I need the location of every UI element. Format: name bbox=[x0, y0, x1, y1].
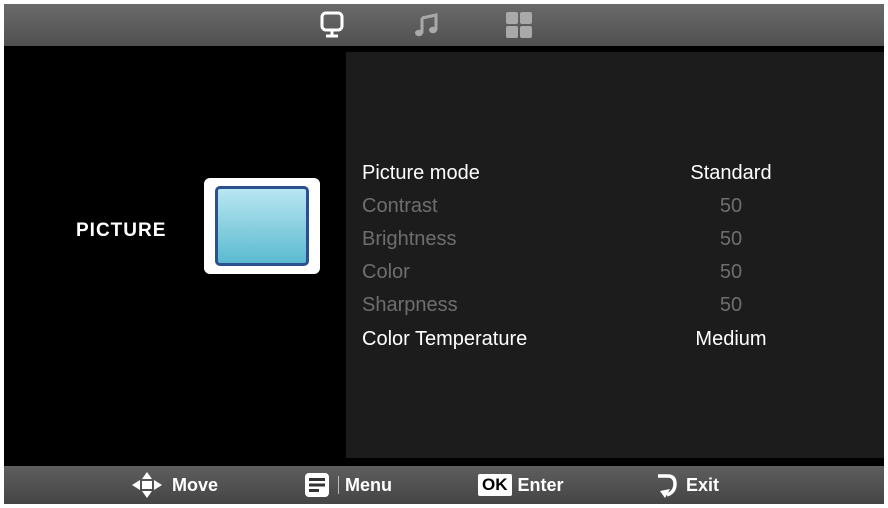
section-title: PICTURE bbox=[76, 220, 167, 241]
menu-item-label: Color bbox=[362, 261, 410, 283]
monitor-icon bbox=[320, 11, 344, 38]
menu-separator bbox=[338, 476, 339, 494]
tab-sound[interactable] bbox=[412, 10, 442, 40]
menu-item-color: Color 50 bbox=[346, 257, 884, 287]
menu-item-label: Brightness bbox=[362, 228, 457, 250]
music-note-icon bbox=[415, 13, 438, 37]
return-icon bbox=[654, 472, 678, 498]
hint-enter: OK Enter bbox=[478, 466, 564, 504]
menu-item-label: Contrast bbox=[362, 195, 438, 217]
grid-icon bbox=[506, 12, 532, 38]
menu-item-label: Sharpness bbox=[362, 294, 458, 316]
hint-exit: Exit bbox=[654, 466, 719, 504]
tv-osd: PICTURE Picture mode Standard Contrast 5… bbox=[4, 4, 884, 504]
menu-item-contrast: Contrast 50 bbox=[346, 191, 884, 221]
hint-menu: Menu bbox=[304, 466, 392, 504]
hint-exit-label: Exit bbox=[686, 474, 720, 495]
hint-menu-label: Menu bbox=[345, 474, 392, 495]
settings-panel: Picture mode Standard Contrast 50 Bright… bbox=[346, 52, 884, 458]
menu-item-picture-mode[interactable]: Picture mode Standard bbox=[346, 158, 884, 188]
section-pane: PICTURE bbox=[4, 46, 344, 466]
tab-picture[interactable] bbox=[317, 10, 347, 40]
menu-item-label: Picture mode bbox=[362, 162, 480, 184]
dpad-icon bbox=[130, 470, 164, 500]
menu-icon bbox=[304, 472, 330, 498]
tab-bar bbox=[4, 4, 884, 46]
menu-item-sharpness: Sharpness 50 bbox=[346, 290, 884, 320]
menu-item-value: 50 bbox=[719, 195, 743, 217]
menu-item-label: Color Temperature bbox=[362, 328, 528, 350]
menu-item-value: Medium bbox=[695, 328, 767, 350]
menu-item-color-temperature[interactable]: Color Temperature Medium bbox=[346, 324, 884, 354]
menu-item-value: 50 bbox=[719, 294, 743, 316]
hint-enter-label: Enter bbox=[517, 474, 564, 495]
ok-badge: OK bbox=[478, 474, 512, 496]
picture-icon bbox=[204, 178, 320, 274]
tab-apps[interactable] bbox=[504, 10, 534, 40]
menu-item-value: Standard bbox=[690, 162, 772, 184]
help-bar: Move Menu OK Enter Exit bbox=[4, 466, 884, 504]
menu-item-value: 50 bbox=[719, 228, 743, 250]
menu-item-value: 50 bbox=[719, 261, 743, 283]
hint-move-label: Move bbox=[172, 474, 219, 495]
menu-item-brightness: Brightness 50 bbox=[346, 224, 884, 254]
picture-icon-screen bbox=[215, 186, 309, 266]
hint-move: Move bbox=[130, 466, 218, 504]
